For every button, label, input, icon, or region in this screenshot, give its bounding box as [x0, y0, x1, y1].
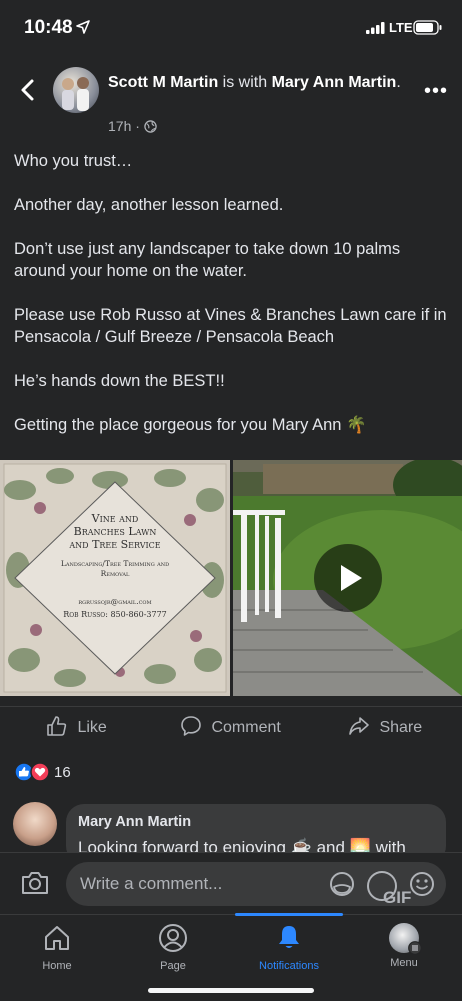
tab-page-label: Page: [160, 960, 186, 972]
post-line: Please use Rob Russo at Vines & Branches…: [14, 306, 447, 346]
status-time: 10:48: [24, 17, 73, 38]
like-button[interactable]: Like: [46, 715, 107, 737]
menu-badge-icon: [408, 941, 422, 955]
home-icon: [45, 926, 69, 950]
post-author-line: Scott M Martin is with Mary Ann Martin.: [108, 72, 408, 94]
card-line-3: and Tree Service: [69, 538, 161, 551]
sticker-icon[interactable]: [328, 870, 356, 898]
comment-icon: [181, 716, 201, 736]
like-icon: [47, 716, 67, 736]
bell-icon: [279, 926, 299, 948]
comment-composer: Write a comment... GIF: [0, 852, 462, 915]
commenter-name[interactable]: Mary Ann Martin: [78, 814, 191, 830]
card-line-2: Branches Lawn: [73, 525, 157, 538]
love-reaction-icon: [30, 762, 50, 782]
menu-avatar: [389, 923, 422, 955]
tab-home[interactable]: Home: [17, 923, 97, 972]
post-line: Getting the place gorgeous for you Mary …: [14, 416, 367, 434]
tab-notifications-label: Notifications: [259, 960, 319, 972]
post-text: Who you trust… Another day, another less…: [14, 150, 448, 436]
comment-input[interactable]: Write a comment... GIF: [66, 862, 446, 907]
location-arrow-icon: [76, 20, 90, 34]
tab-menu-label: Menu: [390, 957, 418, 969]
globe-icon: [144, 120, 157, 133]
post-line: Don’t use just any landscaper to take do…: [14, 240, 401, 280]
with-text: is with: [222, 74, 268, 91]
back-arrow-icon[interactable]: [14, 76, 42, 104]
card-line-4: Landscaping/Tree Trimming and: [60, 559, 170, 568]
status-bar: 10:48 LTE: [0, 0, 462, 56]
signal-icon: [366, 22, 385, 34]
comment-placeholder: Write a comment...: [80, 874, 223, 893]
comment-label: Comment: [211, 719, 281, 736]
commenter-avatar[interactable]: [13, 802, 57, 846]
gif-button[interactable]: GIF: [367, 871, 411, 907]
home-indicator: [148, 988, 314, 993]
share-label: Share: [379, 719, 423, 736]
camera-icon[interactable]: [20, 869, 50, 897]
tagged-name[interactable]: Mary Ann Martin: [272, 74, 397, 91]
post-media: Vine and Branches Lawn and Tree Service …: [0, 460, 462, 696]
play-icon: [341, 565, 362, 591]
more-options-icon[interactable]: •••: [424, 80, 448, 103]
post-line: Another day, another lesson learned.: [14, 196, 284, 214]
network-label: LTE: [389, 20, 413, 35]
card-line-5: Removal: [100, 569, 130, 578]
author-avatar[interactable]: [53, 67, 99, 113]
tab-page[interactable]: Page: [133, 923, 213, 972]
video-thumbnail[interactable]: [233, 460, 462, 696]
reaction-count: 16: [54, 764, 71, 781]
post-actions: Like Comment Share: [0, 706, 462, 751]
battery-icon: [413, 20, 442, 35]
post-meta: 17h ·: [108, 118, 157, 134]
play-button[interactable]: [314, 544, 382, 612]
post-header: Scott M Martin is with Mary Ann Martin. …: [0, 60, 462, 140]
bottom-tab-bar: Home Page Notifications Menu: [0, 913, 462, 1001]
post-line: He’s hands down the BEST!!: [14, 372, 225, 390]
period: .: [396, 74, 401, 91]
comment-button[interactable]: Comment: [180, 715, 281, 737]
like-label: Like: [77, 719, 107, 736]
meta-separator: ·: [135, 118, 140, 134]
share-icon: [349, 717, 369, 735]
card-line-1: Vine and: [91, 512, 139, 525]
post-time: 17h: [108, 118, 132, 134]
profile-icon: [159, 924, 187, 952]
card-phone: Rob Russo: 850-860-3777: [63, 610, 167, 619]
tab-notifications[interactable]: Notifications: [249, 923, 329, 972]
business-card-photo[interactable]: Vine and Branches Lawn and Tree Service …: [0, 460, 230, 696]
share-button[interactable]: Share: [348, 715, 422, 737]
tab-home-label: Home: [42, 960, 72, 972]
post-line: Who you trust…: [14, 152, 133, 170]
emoji-icon[interactable]: [408, 870, 436, 898]
tab-menu[interactable]: Menu: [364, 923, 444, 969]
card-email: rgrussojr@gmail.com: [78, 597, 152, 606]
author-name[interactable]: Scott M Martin: [108, 74, 218, 91]
active-tab-indicator: [235, 913, 343, 916]
